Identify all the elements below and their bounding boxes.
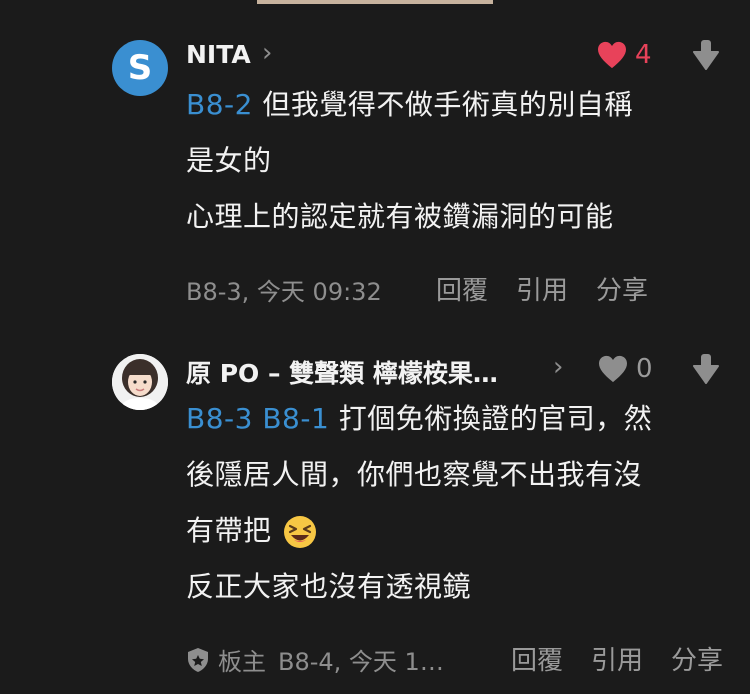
author-name[interactable]: 原 PO – 雙聲類 檸檬桉果… <box>186 354 536 390</box>
like-button[interactable]: 0 <box>598 354 653 384</box>
comment-b8-4: 原 PO – 雙聲類 檸檬桉果… › 0 B8-3 B8-1 打個免術換證的官司… <box>0 330 750 694</box>
comment-body-line: 是女的 <box>186 144 272 177</box>
share-button[interactable]: 分享 <box>596 270 648 307</box>
comment-body-line: 後隱居人間，你們也察覺不出我有沒 <box>186 458 643 491</box>
moderator-badge: 板主 <box>218 648 266 676</box>
down-arrow-icon[interactable] <box>693 354 719 384</box>
heart-icon <box>598 41 626 69</box>
share-button[interactable]: 分享 <box>671 640 723 677</box>
floor-reference-link[interactable]: B8-2 <box>186 88 253 121</box>
floor-reference-link[interactable]: B8-3 B8-1 <box>186 402 329 435</box>
comment-text: 有帶把 <box>186 514 272 547</box>
comment-meta-text: B8-4, 今天 1… <box>278 648 444 676</box>
avatar[interactable]: S <box>112 40 168 96</box>
comment-body-line: B8-2 但我覺得不做手術真的別自稱 <box>186 88 633 122</box>
avatar[interactable] <box>112 354 168 410</box>
comment-meta: B8-3, 今天 09:32 <box>186 278 382 306</box>
avatar-photo-icon <box>112 354 168 410</box>
heart-icon <box>599 355 627 383</box>
laughing-emoji-icon <box>283 516 316 548</box>
comment-text: 但我覺得不做手術真的別自稱 <box>262 88 633 121</box>
quote-button[interactable]: 引用 <box>591 640 643 677</box>
reply-button[interactable]: 回覆 <box>436 270 488 307</box>
chevron-right-icon[interactable]: › <box>262 40 272 66</box>
down-arrow-icon[interactable] <box>693 40 719 70</box>
like-count: 0 <box>636 354 653 384</box>
comment-body-line: B8-3 B8-1 打個免術換證的官司，然 <box>186 402 652 436</box>
like-button[interactable]: 4 <box>597 40 652 70</box>
chevron-right-icon[interactable]: › <box>553 354 563 380</box>
reply-button[interactable]: 回覆 <box>511 640 563 677</box>
comment-body-line: 反正大家也沒有透視鏡 <box>186 570 472 603</box>
comment-b8-3: S NITA › 4 B8-2 但我覺得不做手術真的別自稱 是女的 心理上的認定… <box>0 0 750 330</box>
comment-text: 打個免術換證的官司，然 <box>338 402 653 435</box>
comment-body-line: 有帶把 <box>186 514 317 549</box>
quote-button[interactable]: 引用 <box>516 270 568 307</box>
like-count: 4 <box>635 40 652 70</box>
comment-meta: 板主 B8-4, 今天 1… <box>186 642 444 677</box>
author-name[interactable]: NITA <box>186 40 251 69</box>
moderator-shield-icon <box>188 647 208 672</box>
comment-body-line: 心理上的認定就有被鑽漏洞的可能 <box>186 200 614 233</box>
